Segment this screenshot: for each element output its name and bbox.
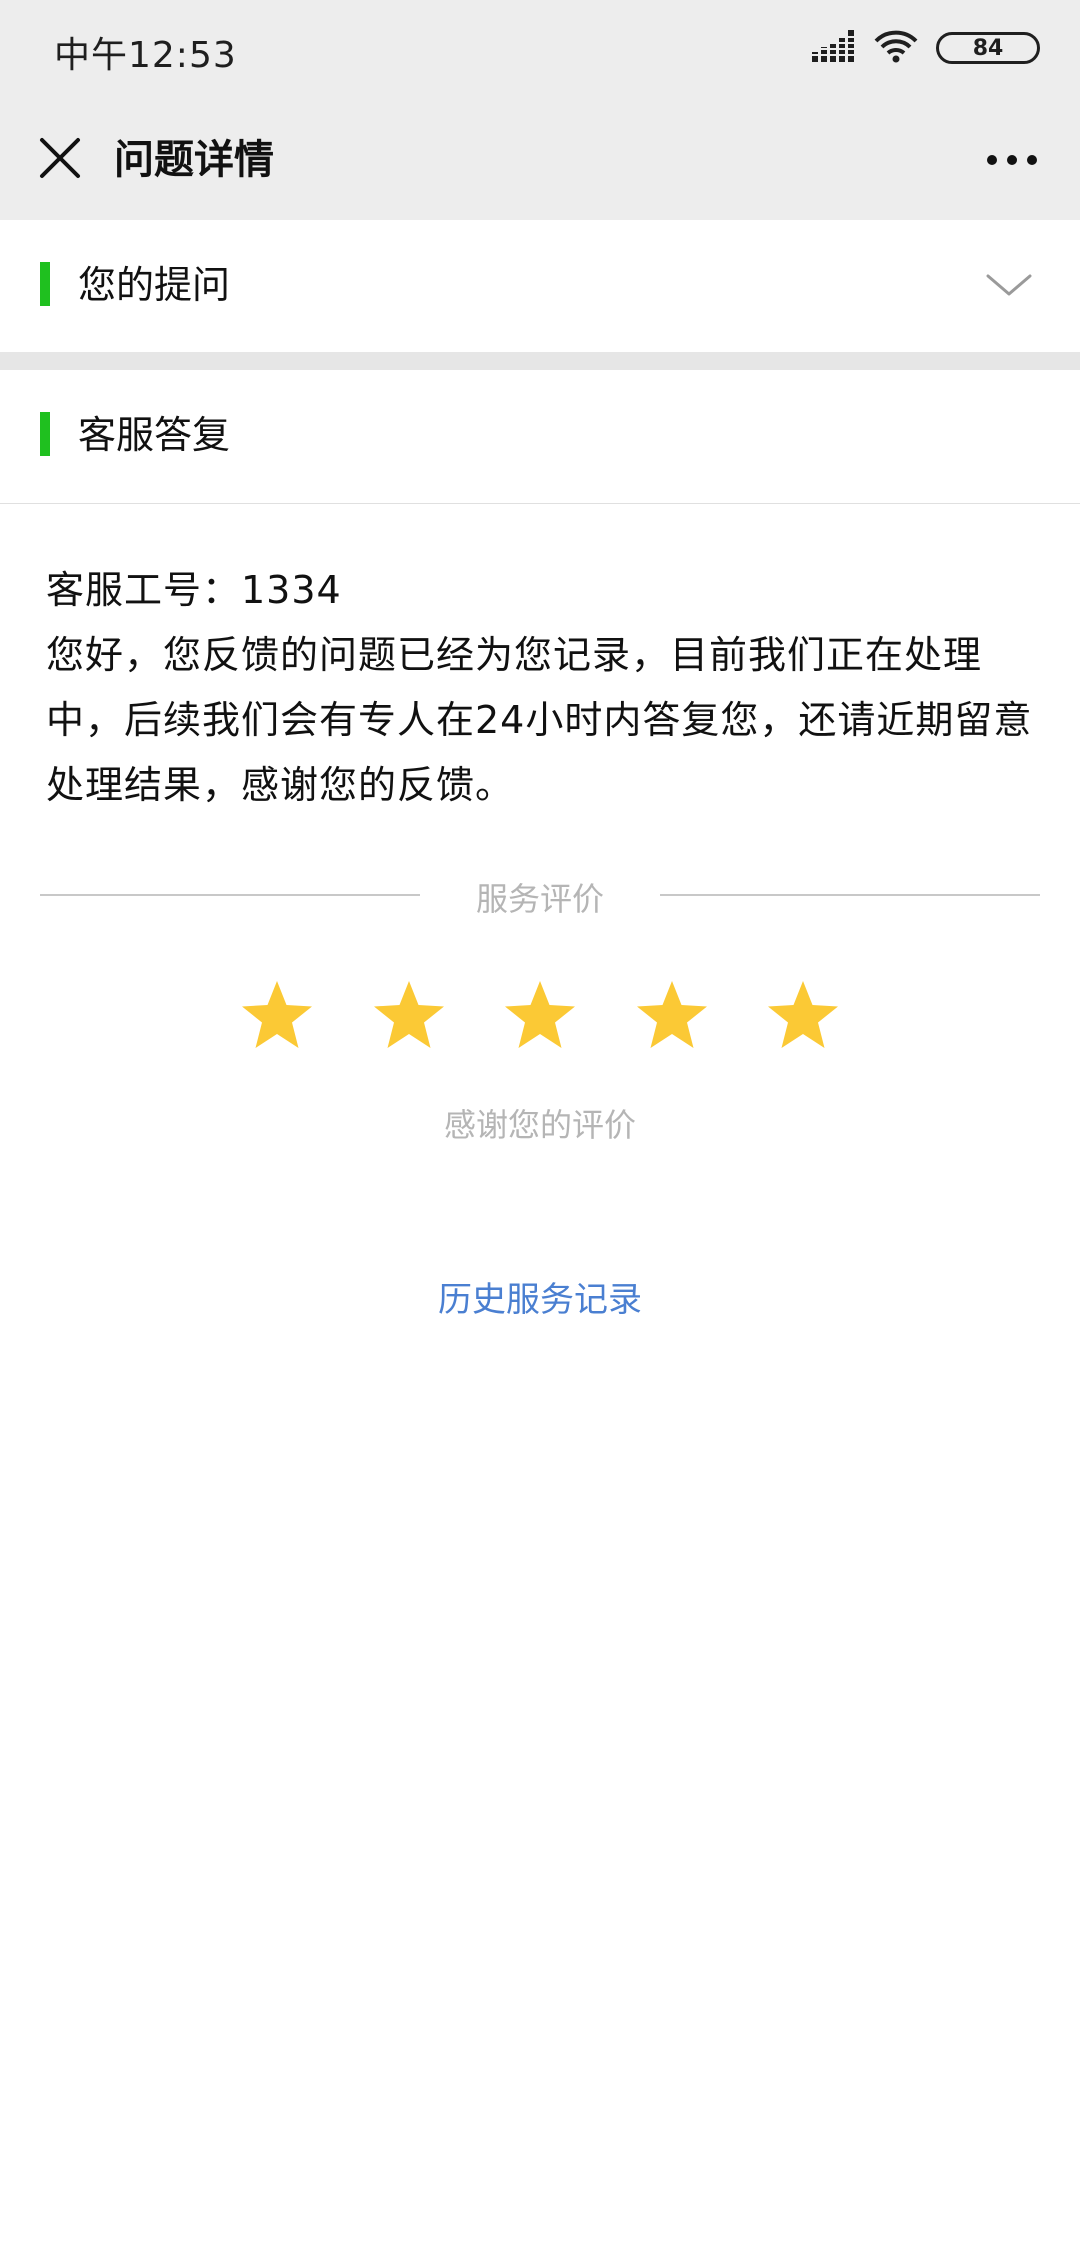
star-icon[interactable] — [240, 978, 314, 1052]
star-icon[interactable] — [766, 978, 840, 1052]
more-button[interactable] — [966, 122, 1058, 198]
section-accent-bar — [40, 412, 50, 456]
section-accent-bar — [40, 262, 50, 306]
battery-level: 84 — [972, 35, 1004, 61]
rating-thanks: 感谢您的评价 — [443, 1106, 636, 1144]
reply-message: 您好，您反馈的问题已经为您记录，目前我们正在处理中，后续我们会有专人在24小时内… — [46, 633, 1033, 807]
reply-section-title: 客服答复 — [78, 413, 231, 457]
page-title: 问题详情 — [114, 137, 274, 183]
status-time: 中午12:53 — [54, 35, 237, 76]
rating-label: 服务评价 — [475, 880, 604, 918]
reply-content: 客服工号：1334 您好，您反馈的问题已经为您记录，目前我们正在处理中，后续我们… — [46, 558, 1036, 818]
battery-icon: 84 — [936, 32, 1040, 64]
section-divider — [0, 352, 1080, 370]
agent-id: 客服工号：1334 — [46, 568, 342, 612]
signal-icon — [812, 30, 856, 66]
close-button[interactable] — [22, 122, 98, 198]
star-icon[interactable] — [635, 978, 709, 1052]
close-icon — [39, 137, 81, 183]
title-bar: 问题详情 — [0, 100, 1080, 220]
question-section-title: 您的提问 — [78, 263, 231, 307]
divider — [0, 503, 1080, 504]
chevron-down-icon[interactable] — [984, 264, 1034, 304]
rating-divider: 服务评价 — [40, 870, 1040, 920]
star-icon[interactable] — [503, 978, 577, 1052]
status-icons: 84 — [812, 26, 1040, 70]
star-rating[interactable] — [240, 978, 840, 1052]
status-bar: 中午12:53 84 — [0, 0, 1080, 100]
reply-section-header: 客服答复 — [0, 370, 1080, 500]
more-icon — [986, 151, 1038, 170]
wifi-icon — [874, 29, 918, 67]
history-records-link[interactable]: 历史服务记录 — [0, 1272, 1080, 1321]
question-section-header[interactable]: 您的提问 — [0, 220, 1080, 350]
divider-line — [40, 894, 420, 896]
star-icon[interactable] — [372, 978, 446, 1052]
divider-line — [660, 894, 1040, 896]
